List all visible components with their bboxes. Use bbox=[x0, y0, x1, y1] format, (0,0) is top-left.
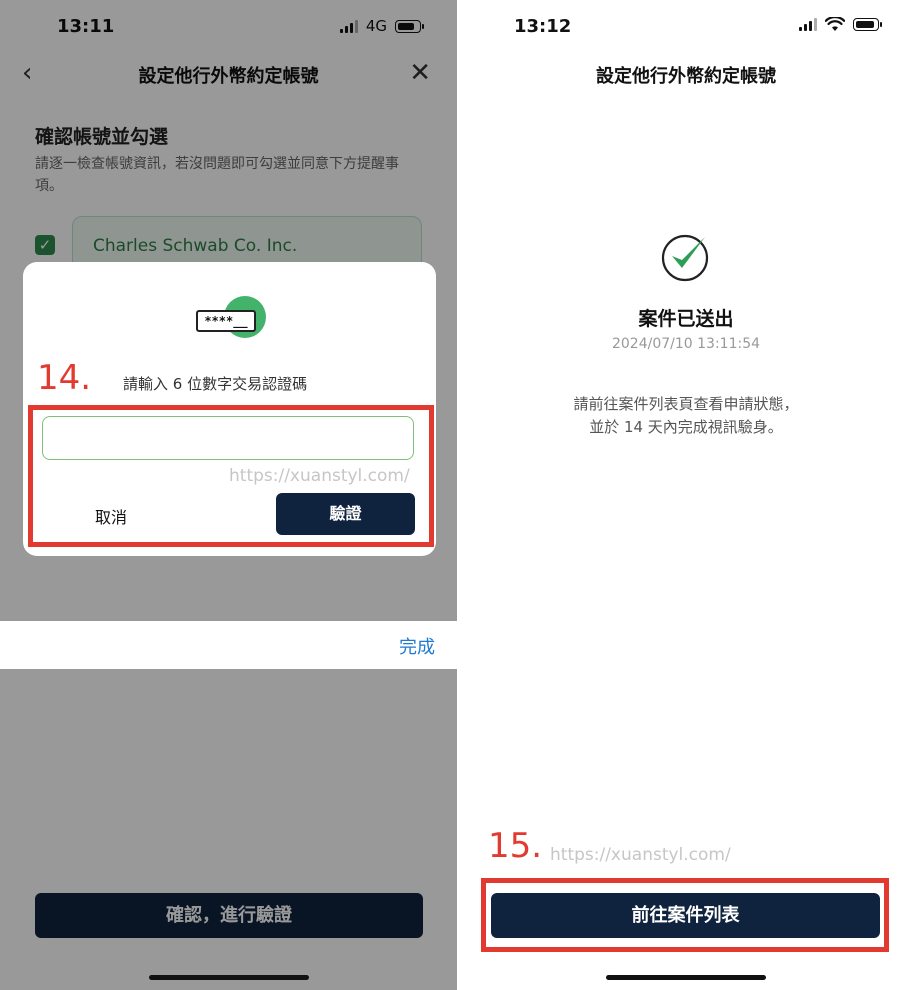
status-bar: 13:12 bbox=[457, 0, 915, 52]
wifi-icon bbox=[825, 17, 845, 31]
dialog-prompt: 請輸入 6 位數字交易認證碼 bbox=[123, 375, 308, 393]
success-message: 請前往案件列表頁查看申請狀態， 並於 14 天內完成視訊驗身。 bbox=[457, 393, 915, 439]
status-time: 13:12 bbox=[514, 16, 572, 37]
annotation-highlight-box bbox=[481, 878, 889, 952]
watermark-text: https://xuanstyl.com/ bbox=[550, 845, 731, 865]
page-title: 設定他行外幣約定帳號 bbox=[596, 66, 776, 87]
left-phone-screen: 13:11 4G ‹ 設定他行外幣約定帳號 ✕ 確認帳號並勾選 請逐一檢查帳號資… bbox=[0, 0, 457, 990]
step-label: 15. bbox=[488, 826, 543, 866]
signal-icon bbox=[799, 18, 817, 31]
success-message-line2: 並於 14 天內完成視訊驗身。 bbox=[589, 418, 783, 436]
done-button[interactable]: 完成 bbox=[399, 633, 435, 659]
success-message-line1: 請前往案件列表頁查看申請狀態， bbox=[573, 395, 799, 413]
step-label: 14. bbox=[37, 358, 92, 398]
keyboard-toolbar: 完成 bbox=[0, 621, 457, 669]
battery-icon bbox=[853, 18, 882, 31]
verification-dialog: ****__ 14. 請輸入 6 位數字交易認證碼 https://xuanst… bbox=[23, 262, 436, 556]
success-title: 案件已送出 bbox=[638, 308, 734, 330]
home-indicator bbox=[148, 975, 309, 980]
status-indicators bbox=[799, 17, 882, 32]
annotation-highlight-box bbox=[28, 405, 434, 547]
right-phone-screen: 13:12 設定他行外幣約定帳號 案件已送出 2024/07/10 13:11:… bbox=[457, 0, 915, 990]
success-check-icon bbox=[661, 234, 709, 282]
passcode-card-icon: ****__ bbox=[196, 296, 266, 342]
home-indicator bbox=[606, 975, 766, 980]
submit-timestamp: 2024/07/10 13:11:54 bbox=[611, 336, 761, 352]
